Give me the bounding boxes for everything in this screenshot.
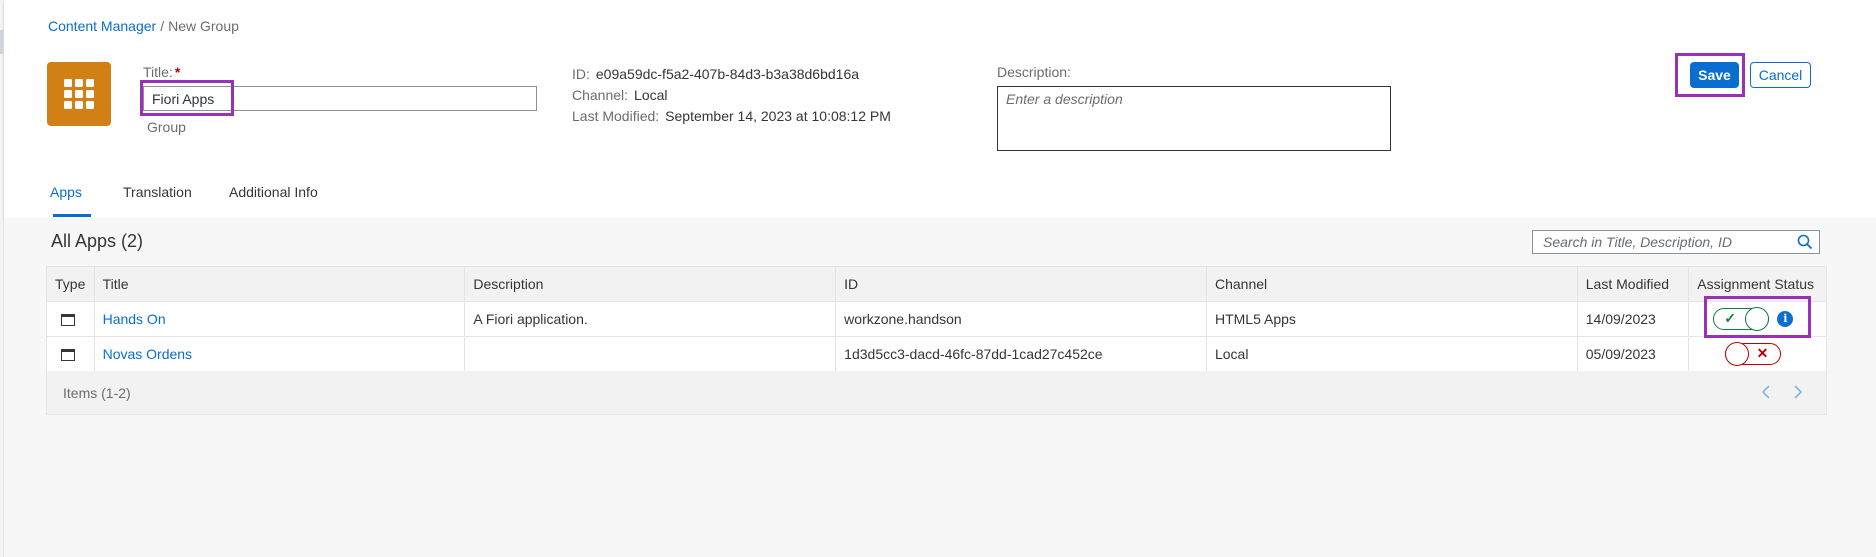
search-field[interactable] <box>1532 230 1820 254</box>
cancel-button[interactable]: Cancel <box>1750 62 1811 88</box>
app-channel: Local <box>1206 336 1578 372</box>
breadcrumb: Content Manager / New Group <box>48 18 239 34</box>
column-header-type: Type <box>46 266 95 302</box>
apps-table: Type Title Description ID Channel Last M… <box>46 266 1827 372</box>
tab-apps[interactable]: Apps <box>50 184 82 200</box>
table-header-row: Type Title Description ID Channel Last M… <box>46 266 1827 302</box>
description-label: Description: <box>997 64 1071 80</box>
app-title-link[interactable]: Novas Ordens <box>94 336 466 372</box>
column-header-channel: Channel <box>1206 266 1578 302</box>
column-header-description: Description <box>464 266 837 302</box>
app-window-icon <box>61 314 75 327</box>
chevron-right-icon[interactable] <box>1787 381 1809 403</box>
items-count: Items (1-2) <box>63 385 131 401</box>
channel-value: Local <box>634 87 668 103</box>
app-window-icon <box>61 349 75 362</box>
app-description: A Fiori application. <box>464 301 837 337</box>
breadcrumb-current: New Group <box>168 18 239 34</box>
last-modified-row: Last Modified: September 14, 2023 at 10:0… <box>572 108 891 124</box>
save-button[interactable]: Save <box>1690 62 1739 88</box>
checkmark-icon: ✓ <box>1724 310 1737 326</box>
channel-row: Channel: Local <box>572 87 668 103</box>
group-subtitle: Group <box>147 119 186 135</box>
breadcrumb-separator: / <box>160 18 165 34</box>
table-footer: Items (1-2) <box>46 371 1827 415</box>
title-input[interactable] <box>144 87 536 110</box>
required-marker: * <box>174 64 181 80</box>
column-header-id: ID <box>835 266 1207 302</box>
page: Content Manager/New Group Title:* Group … <box>0 0 1876 557</box>
title-label: Title: * <box>143 64 181 80</box>
app-title-link[interactable]: Hands On <box>94 301 466 337</box>
app-last-modified: 14/09/2023 <box>1577 301 1690 337</box>
description-field[interactable] <box>997 86 1391 151</box>
title-input-field[interactable] <box>143 86 537 111</box>
table-title: All Apps (2) <box>51 231 144 251</box>
id-value: e09a59dc-f5a2-407b-84d3-b3a38d6bd16a <box>595 66 860 82</box>
last-modified-value: September 14, 2023 at 10:08:12 PM <box>665 108 891 124</box>
app-id: 1d3d5cc3-dacd-46fc-87dd-1cad27c452ce <box>835 336 1207 372</box>
search-icon[interactable] <box>1797 234 1813 250</box>
table-row[interactable]: Novas Ordens 1d3d5cc3-dacd-46fc-87dd-1ca… <box>46 336 1827 372</box>
app-channel: HTML5 Apps <box>1206 301 1578 337</box>
app-id: workzone.handson <box>835 301 1207 337</box>
chevron-left-icon[interactable] <box>1755 381 1777 403</box>
close-icon: ✕ <box>1756 345 1769 361</box>
app-grid-icon <box>47 62 111 126</box>
table-row[interactable]: Hands On A Fiori application. workzone.h… <box>46 301 1827 337</box>
id-row: ID: e09a59dc-f5a2-407b-84d3-b3a38d6bd16a <box>572 66 860 82</box>
info-icon[interactable]: i <box>1777 311 1794 327</box>
active-tab-indicator <box>53 214 91 217</box>
assignment-toggle[interactable]: ✓ <box>1713 307 1770 331</box>
column-header-last-modified: Last Modified <box>1577 266 1690 302</box>
toggle-knob <box>1745 307 1770 331</box>
object-header: Content Manager/New Group Title:* Group … <box>4 0 1876 218</box>
description-textarea[interactable] <box>998 87 1390 150</box>
tab-translation[interactable]: Translation <box>123 184 192 200</box>
breadcrumb-content-manager-link[interactable]: Content Manager <box>48 18 156 34</box>
app-last-modified: 05/09/2023 <box>1577 336 1690 372</box>
metadata-block: ID: e09a59dc-f5a2-407b-84d3-b3a38d6bd16a … <box>572 64 891 127</box>
tab-additional-info[interactable]: Additional Info <box>229 184 318 200</box>
assignment-toggle[interactable]: ✕ <box>1725 342 1782 366</box>
column-header-assignment-status: Assignment Status <box>1688 266 1827 302</box>
column-header-title: Title <box>94 266 466 302</box>
left-edge-tick <box>0 30 3 54</box>
toggle-knob <box>1725 342 1750 366</box>
app-description <box>464 336 837 372</box>
search-input[interactable] <box>1533 231 1783 253</box>
